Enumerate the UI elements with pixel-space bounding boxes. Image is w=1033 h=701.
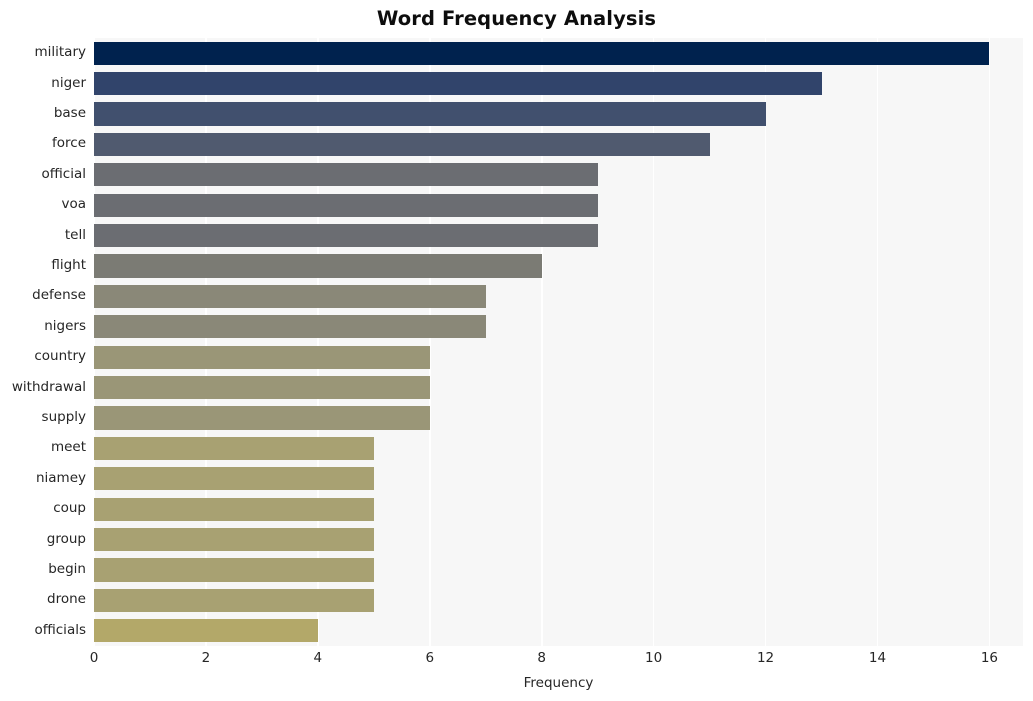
y-tick-label-military: military	[34, 44, 86, 61]
bar-force	[94, 132, 710, 156]
y-tick-label-flight: flight	[51, 257, 86, 273]
word-frequency-chart-figure: Word Frequency Analysis military niger bas…	[0, 0, 1033, 701]
bar-military	[94, 41, 990, 65]
bar-row	[94, 193, 1023, 217]
bar-withdrawal	[94, 376, 430, 400]
bar-row	[94, 72, 1023, 96]
bar-nigers	[94, 315, 486, 339]
bar-row	[94, 284, 1023, 308]
x-tick-label-16: 16	[980, 650, 998, 666]
x-tick-label-2: 2	[201, 650, 211, 666]
y-tick-label-defense: defense	[32, 287, 86, 304]
bar-row	[94, 619, 1023, 643]
bar-row	[94, 102, 1023, 126]
bar-meet	[94, 436, 374, 460]
bar-row	[94, 467, 1023, 491]
x-tick-label-12: 12	[756, 650, 775, 666]
plot-area	[94, 38, 1023, 646]
y-axis-tick-labels: military niger base force official voa tell fli…	[0, 38, 86, 646]
bar-row	[94, 315, 1023, 339]
bars-layer	[94, 38, 1023, 646]
y-tick-label-coup: coup	[53, 500, 86, 517]
chart-title: Word Frequency Analysis	[376, 7, 657, 30]
x-tick-label-8: 8	[537, 650, 546, 666]
y-tick-label-withdrawal: withdrawal	[11, 378, 86, 395]
bar-row	[94, 163, 1023, 187]
x-tick-label-10: 10	[645, 650, 663, 666]
bar-supply	[94, 406, 430, 430]
bar-row	[94, 497, 1023, 521]
y-tick-label-begin: begin	[48, 561, 86, 577]
bar-row	[94, 41, 1023, 65]
bar-country	[94, 345, 430, 369]
y-tick-label-force: force	[52, 135, 86, 152]
y-tick-label-voa: voa	[61, 196, 86, 213]
y-tick-label-base: base	[53, 105, 86, 121]
bar-niger	[94, 72, 822, 96]
y-tick-label-nigers: nigers	[44, 317, 86, 334]
bar-row	[94, 528, 1023, 552]
bar-drone	[94, 588, 374, 612]
bar-row	[94, 558, 1023, 582]
bar-voa	[94, 193, 598, 217]
bar-row	[94, 588, 1023, 612]
y-tick-label-officials: officials	[34, 621, 86, 638]
bar-defense	[94, 284, 486, 308]
y-tick-label-country: country	[34, 348, 86, 365]
y-tick-label-tell: tell	[64, 226, 86, 243]
bar-row	[94, 406, 1023, 430]
bar-flight	[94, 254, 542, 278]
bar-row	[94, 436, 1023, 460]
x-axis-tick-labels: 0 2 4 6 8 10 12 14 16	[0, 650, 1033, 672]
x-tick-label-6: 6	[425, 650, 435, 666]
y-tick-label-niger: niger	[51, 74, 86, 91]
bar-group	[94, 528, 374, 552]
y-tick-label-supply: supply	[41, 409, 86, 425]
bar-official	[94, 163, 598, 187]
bar-tell	[94, 224, 598, 248]
y-tick-label-niamey: niamey	[35, 469, 86, 486]
y-tick-label-group: group	[46, 530, 86, 547]
bar-niamey	[94, 467, 374, 491]
bar-officials	[94, 619, 318, 643]
bar-row	[94, 224, 1023, 248]
bar-row	[94, 376, 1023, 400]
y-tick-label-drone: drone	[47, 591, 86, 608]
x-axis-title: Frequency	[523, 675, 594, 691]
bar-row	[94, 345, 1023, 369]
y-tick-label-official: official	[41, 165, 86, 182]
bar-begin	[94, 558, 374, 582]
bar-row	[94, 132, 1023, 156]
bar-base	[94, 102, 766, 126]
bar-coup	[94, 497, 374, 521]
x-tick-label-4: 4	[313, 650, 323, 666]
x-tick-label-14: 14	[868, 650, 887, 666]
bar-row	[94, 254, 1023, 278]
x-tick-label-0: 0	[89, 650, 99, 666]
y-tick-label-meet: meet	[50, 439, 86, 456]
